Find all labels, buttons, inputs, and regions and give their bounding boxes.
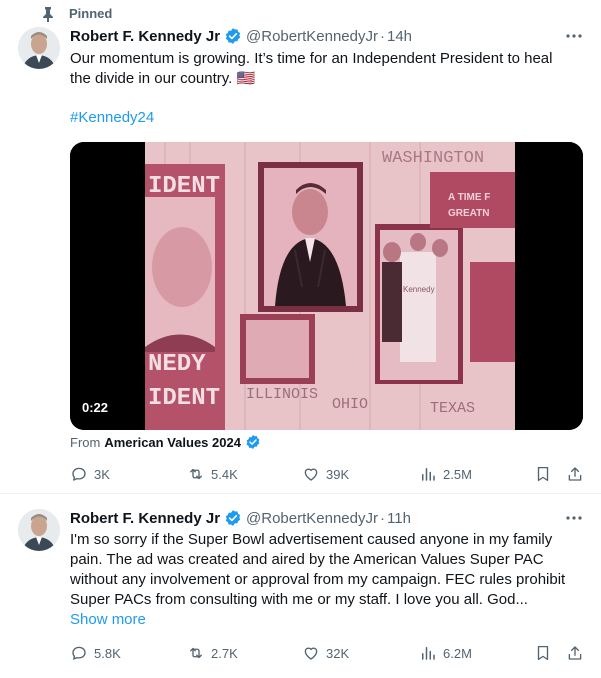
separator-dot: · bbox=[380, 509, 385, 527]
bookmark-icon[interactable] bbox=[534, 644, 552, 662]
sign-illinois: ILLINOIS bbox=[246, 386, 318, 403]
author-handle[interactable]: @RobertKennedyJr bbox=[246, 510, 378, 527]
pin-icon bbox=[43, 7, 53, 22]
poster-greatness: GREATN bbox=[448, 208, 489, 219]
tweet-pinned[interactable]: Pinned Robert F. Kennedy Jr @RobertKenne… bbox=[0, 0, 601, 493]
repost-count: 2.7K bbox=[211, 645, 238, 661]
views-count: 2.5M bbox=[443, 466, 472, 482]
separator-dot: · bbox=[380, 27, 385, 45]
like-button[interactable]: 32K bbox=[302, 644, 349, 662]
author-name[interactable]: Robert F. Kennedy Jr bbox=[70, 510, 220, 527]
views-button[interactable]: 2.5M bbox=[419, 465, 472, 483]
repost-button[interactable]: 5.4K bbox=[187, 465, 238, 483]
avatar[interactable] bbox=[18, 27, 60, 69]
reply-icon bbox=[72, 646, 86, 660]
views-icon bbox=[422, 647, 435, 660]
views-count: 6.2M bbox=[443, 645, 472, 661]
repost-button[interactable]: 2.7K bbox=[187, 644, 238, 662]
like-count: 32K bbox=[326, 645, 350, 661]
like-button[interactable]: 39K bbox=[302, 465, 349, 483]
video-duration: 0:22 bbox=[82, 400, 109, 415]
pinned-label: Pinned bbox=[69, 6, 113, 21]
video-attribution: From American Values 2024 bbox=[70, 434, 265, 450]
reply-button[interactable]: 3K bbox=[70, 465, 110, 483]
tweet-header: Robert F. Kennedy Jr @RobertKennedyJr · … bbox=[70, 508, 411, 528]
views-icon bbox=[422, 468, 435, 481]
repost-icon bbox=[190, 468, 202, 480]
reply-count: 3K bbox=[94, 466, 110, 482]
tweet-text-line: the divide in our country. 🇺🇸 bbox=[70, 70, 256, 87]
like-icon bbox=[304, 647, 318, 660]
tweet-text-line: pain. The ad was created and aired by th… bbox=[70, 551, 544, 568]
sign-texas: TEXAS bbox=[430, 400, 475, 417]
tweet-header: Robert F. Kennedy Jr @RobertKennedyJr · … bbox=[70, 26, 412, 46]
tweet-text-line: I'm so sorry if the Super Bowl advertise… bbox=[70, 531, 553, 548]
tweet-text: Our momentum is growing. It’s time for a… bbox=[70, 49, 575, 89]
reply-button[interactable]: 5.8K bbox=[70, 644, 121, 662]
poster-ident-top: IDENT bbox=[148, 173, 220, 200]
more-icon[interactable] bbox=[563, 29, 585, 43]
share-icon[interactable] bbox=[566, 644, 584, 662]
dress-kennedy-text: Kennedy bbox=[403, 285, 435, 294]
views-button[interactable]: 6.2M bbox=[419, 644, 472, 662]
verified-badge-icon[interactable] bbox=[224, 509, 242, 527]
tweet-time[interactable]: 14h bbox=[387, 28, 412, 45]
author-name[interactable]: Robert F. Kennedy Jr bbox=[70, 28, 220, 45]
repost-count: 5.4K bbox=[211, 466, 238, 482]
reply-icon bbox=[72, 467, 86, 481]
more-icon[interactable] bbox=[563, 511, 585, 525]
tweet-time[interactable]: 11h bbox=[387, 510, 411, 527]
from-label: From bbox=[70, 434, 101, 450]
tweet-text-line: Super PACs from consulting with me or my… bbox=[70, 591, 528, 608]
verified-badge-icon bbox=[245, 434, 261, 450]
share-icon[interactable] bbox=[566, 465, 584, 483]
verified-badge-icon[interactable] bbox=[224, 27, 242, 45]
tweet[interactable]: Robert F. Kennedy Jr @RobertKennedyJr · … bbox=[0, 494, 601, 678]
tweet-text-line: without any involvement or approval from… bbox=[70, 571, 566, 588]
video-frame: IDENT NEDY IDENT Kennedy A TIME F GREATN… bbox=[70, 142, 583, 430]
tweet-text: I'm so sorry if the Super Bowl advertise… bbox=[70, 530, 575, 610]
bookmark-icon[interactable] bbox=[534, 465, 552, 483]
author-handle[interactable]: @RobertKennedyJr bbox=[246, 28, 378, 45]
sign-ohio: OHIO bbox=[332, 396, 368, 413]
tweet-text-line: Our momentum is growing. It’s time for a… bbox=[70, 50, 553, 67]
poster-nedy: NEDY bbox=[148, 351, 206, 378]
tweet-actions: 5.8K 2.7K 32K 6.2M bbox=[70, 644, 585, 664]
like-icon bbox=[304, 468, 318, 481]
from-account-link[interactable]: American Values 2024 bbox=[104, 435, 241, 450]
sign-washington: WASHINGTON bbox=[382, 149, 484, 168]
avatar[interactable] bbox=[18, 509, 60, 551]
tweet-actions: 3K 5.4K 39K 2.5M bbox=[70, 465, 585, 485]
reply-count: 5.8K bbox=[94, 645, 121, 661]
video-player[interactable]: IDENT NEDY IDENT Kennedy A TIME F GREATN… bbox=[70, 142, 583, 430]
repost-icon bbox=[190, 647, 202, 659]
show-more-link[interactable]: Show more bbox=[70, 611, 146, 628]
like-count: 39K bbox=[326, 466, 350, 482]
hashtag-link[interactable]: #Kennedy24 bbox=[70, 109, 154, 126]
poster-time-for: A TIME F bbox=[448, 192, 490, 203]
poster-ident-bottom: IDENT bbox=[148, 385, 220, 412]
